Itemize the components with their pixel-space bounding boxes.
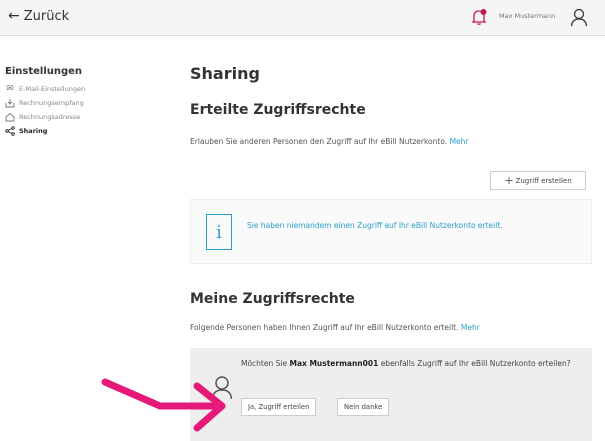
sidebar-title: Einstellungen (5, 66, 83, 77)
sidebar-item-invoice-address[interactable]: Rechnungsadresse (5, 110, 155, 124)
request-prefix: Möchten Sie (241, 359, 290, 368)
granted-access-description: Erlauben Sie anderen Personen den Zugrif… (190, 137, 469, 146)
my-access-title: Meine Zugriffsrechte (190, 291, 355, 307)
create-access-label: Zugriff erstellen (515, 176, 572, 185)
sidebar-item-sharing[interactable]: Sharing (5, 124, 155, 138)
sidebar-item-invoice-receipt[interactable]: Rechnungsempfang (5, 96, 155, 110)
annotation-arrow-icon (101, 378, 226, 432)
user-name[interactable]: Max Mustermann (499, 12, 555, 20)
request-suffix: ebenfalls Zugriff auf Ihr eBill Nutzerko… (378, 359, 571, 368)
access-request-box: Möchten Sie Max Mustermann001 ebenfalls … (190, 348, 592, 441)
notification-bell-icon[interactable] (470, 8, 488, 26)
granted-access-title: Erteilte Zugriffsrechte (190, 102, 366, 118)
grant-access-button[interactable]: Ja, Zugriff erteilen (241, 398, 317, 416)
home-icon (5, 112, 15, 122)
inbox-icon (5, 99, 15, 108)
info-text: Sie haben niemandem einen Zugriff auf Ih… (247, 221, 503, 230)
granted-more-link[interactable]: Mehr (450, 137, 469, 146)
sidebar-item-label: Sharing (19, 127, 48, 135)
sidebar-item-label: Rechnungsadresse (19, 113, 81, 121)
info-icon: i (206, 214, 232, 250)
settings-sidebar: Einstellungen ✉ E-Mail-Einstellungen Rec… (5, 66, 155, 138)
back-label: Zurück (23, 8, 70, 24)
info-box: i Sie haben niemandem einen Zugriff auf … (190, 199, 592, 264)
request-user: Max Mustermann001 (289, 359, 379, 368)
granted-access-text: Erlauben Sie anderen Personen den Zugrif… (190, 137, 448, 146)
page-title: Sharing (190, 64, 260, 83)
share-icon (5, 126, 15, 136)
decline-button[interactable]: Nein danke (337, 398, 390, 416)
sidebar-item-email-settings[interactable]: ✉ E-Mail-Einstellungen (5, 82, 155, 96)
access-request-text: Möchten Sie Max Mustermann001 ebenfalls … (241, 358, 571, 369)
create-access-button[interactable]: + Zugriff erstellen (490, 171, 586, 190)
sidebar-item-label: E-Mail-Einstellungen (19, 85, 86, 93)
my-access-description: Folgende Personen haben Ihnen Zugriff au… (190, 323, 480, 332)
arrow-left-icon: ← (8, 8, 20, 24)
my-access-text: Folgende Personen haben Ihnen Zugriff au… (190, 323, 459, 332)
my-more-link[interactable]: Mehr (461, 323, 480, 332)
plus-icon: + (504, 174, 514, 187)
top-bar: ← Zurück Max Mustermann (0, 0, 605, 36)
sidebar-item-label: Rechnungsempfang (19, 99, 84, 107)
back-link[interactable]: ← Zurück (8, 8, 69, 24)
user-icon[interactable] (570, 7, 588, 27)
mail-icon: ✉ (6, 84, 14, 94)
